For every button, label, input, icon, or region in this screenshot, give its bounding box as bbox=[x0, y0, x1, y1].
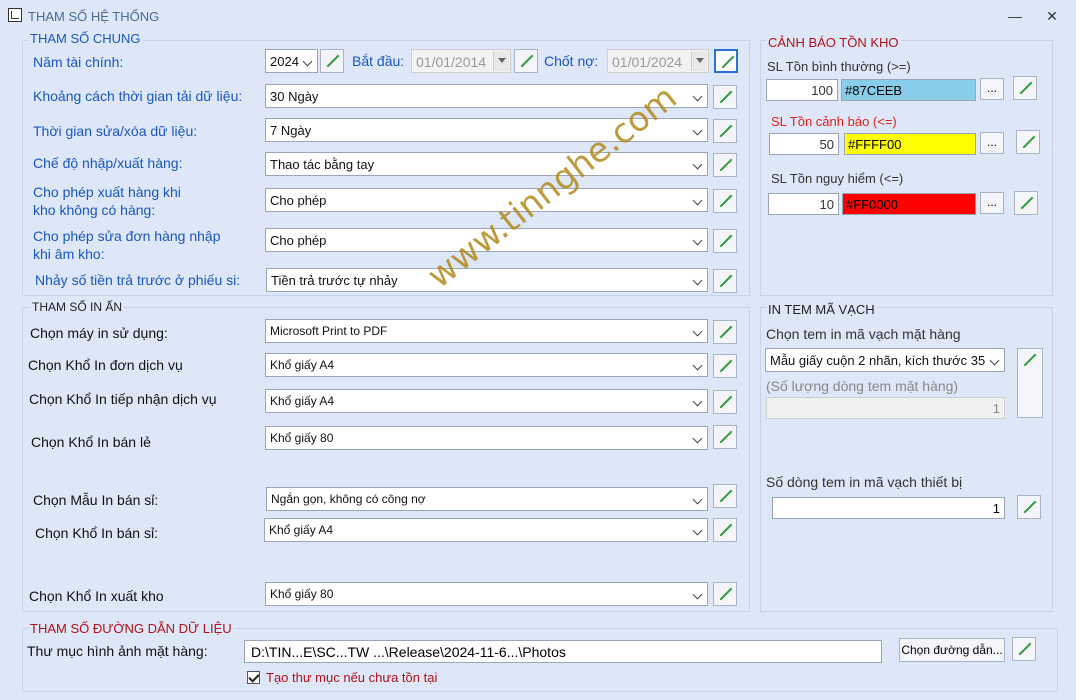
service-paper-save-button[interactable] bbox=[713, 354, 737, 378]
wholesale-template-label: Chọn Mẫu In bán sỉ: bbox=[33, 492, 159, 508]
device-barcode-label: Số dòng tem in mã vạch thiết bị bbox=[766, 474, 963, 490]
start-date-field: 01/01/2014 bbox=[411, 49, 511, 73]
warehouse-paper-save-button[interactable] bbox=[713, 582, 737, 606]
danger-stock-color[interactable]: #FF0000 bbox=[842, 193, 976, 215]
general-title: THAM SỐ CHUNG bbox=[28, 31, 143, 46]
barcode-title: IN TEM MÃ VẠCH bbox=[766, 302, 877, 317]
warn-stock-qty[interactable]: 50 bbox=[769, 133, 839, 155]
allow-edit-save-button[interactable] bbox=[713, 229, 737, 253]
normal-stock-color[interactable]: #87CEEB bbox=[841, 79, 976, 101]
device-barcode-field[interactable]: 1 bbox=[772, 497, 1005, 519]
danger-stock-qty[interactable]: 10 bbox=[768, 193, 839, 215]
warn-stock-label: SL Tồn cảnh báo (<=) bbox=[771, 114, 897, 129]
reception-paper-select[interactable]: Khổ giấy A4 bbox=[265, 389, 708, 413]
close-date-save-button[interactable] bbox=[714, 49, 738, 73]
retail-paper-label: Chọn Khổ In bán lẻ bbox=[31, 434, 151, 450]
retail-paper-save-button[interactable] bbox=[713, 425, 737, 449]
title-bar bbox=[0, 0, 1076, 32]
browse-folder-button[interactable]: Chọn đường dẫn... bbox=[899, 638, 1005, 662]
stock-title: CẢNH BÁO TỒN KHO bbox=[766, 35, 901, 50]
wholesale-paper-select[interactable]: Khổ giấy A4 bbox=[264, 518, 708, 542]
normal-stock-label: SL Tồn bình thường (>=) bbox=[767, 59, 911, 74]
load-interval-label: Khoảng cách thời gian tải dữ liệu: bbox=[33, 88, 243, 104]
image-folder-save-button[interactable] bbox=[1012, 637, 1036, 661]
barcode-count-label: (Số lượng dòng tem mặt hàng) bbox=[766, 378, 959, 394]
start-date-save-button[interactable] bbox=[514, 49, 538, 73]
image-folder-label: Thư mục hình ảnh mặt hàng: bbox=[27, 643, 208, 659]
reception-paper-label: Chọn Khổ In tiếp nhận dịch vụ bbox=[29, 391, 217, 407]
normal-color-picker-button[interactable]: ... bbox=[980, 78, 1004, 100]
allow-edit-label: Cho phép sửa đơn hàng nhập bbox=[33, 228, 221, 244]
service-paper-label: Chọn Khổ In đơn dịch vụ bbox=[28, 357, 183, 373]
normal-stock-save-button[interactable] bbox=[1013, 76, 1037, 100]
printer-label: Chọn máy in sử dụng: bbox=[30, 325, 168, 341]
retail-paper-select[interactable]: Khổ giấy 80 bbox=[265, 426, 708, 450]
service-paper-select[interactable]: Khổ giấy A4 bbox=[265, 353, 708, 377]
allow-export-label-2: kho không có hàng: bbox=[33, 202, 156, 218]
minimize-button[interactable]: — bbox=[1003, 6, 1027, 26]
close-date-label: Chốt nợ: bbox=[544, 53, 599, 69]
create-folder-checkbox[interactable] bbox=[247, 671, 260, 684]
print-title: THAM SỐ IN ẤN bbox=[30, 300, 125, 314]
io-mode-save-button[interactable] bbox=[713, 153, 737, 177]
fiscal-year-select[interactable]: 2024 bbox=[265, 49, 318, 73]
prepay-select[interactable]: Tiền trả trước tự nhảy bbox=[266, 268, 708, 292]
wholesale-paper-save-button[interactable] bbox=[713, 518, 737, 542]
path-title: THAM SỐ ĐƯỜNG DẪN DỮ LIỆU bbox=[28, 621, 234, 636]
danger-color-picker-button[interactable]: ... bbox=[980, 192, 1004, 214]
barcode-count-field: 1 bbox=[766, 397, 1005, 419]
fiscal-year-label: Năm tài chính: bbox=[33, 54, 124, 70]
barcode-save-button[interactable] bbox=[1017, 348, 1043, 418]
warehouse-paper-label: Chọn Khổ In xuất kho bbox=[29, 588, 164, 604]
load-interval-save-button[interactable] bbox=[713, 85, 737, 109]
wholesale-paper-label: Chọn Khổ In bán sỉ: bbox=[35, 525, 158, 541]
printer-save-button[interactable] bbox=[713, 320, 737, 344]
io-mode-label: Chế độ nhập/xuất hàng: bbox=[33, 155, 183, 171]
danger-stock-label: SL Tồn nguy hiểm (<=) bbox=[771, 171, 904, 186]
prepay-save-button[interactable] bbox=[713, 269, 737, 293]
printer-select[interactable]: Microsoft Print to PDF bbox=[265, 319, 708, 343]
window-title: THAM SỐ HỆ THỐNG bbox=[28, 9, 160, 24]
barcode-label: Chọn tem in mã vạch mặt hàng bbox=[766, 326, 961, 342]
create-folder-label: Tạo thư mục nếu chưa tồn tại bbox=[266, 670, 438, 685]
barcode-template-select[interactable]: Mẫu giấy cuộn 2 nhãn, kích thước 35x bbox=[765, 348, 1005, 372]
allow-export-select[interactable]: Cho phép bbox=[265, 188, 708, 212]
fiscal-year-save-button[interactable] bbox=[320, 49, 344, 73]
app-icon bbox=[8, 8, 22, 22]
image-folder-field[interactable]: D:\TIN...E\SC...TW ...\Release\2024-11-6… bbox=[244, 640, 882, 663]
warn-stock-save-button[interactable] bbox=[1016, 130, 1040, 154]
edit-time-save-button[interactable] bbox=[713, 119, 737, 143]
device-barcode-save-button[interactable] bbox=[1017, 495, 1041, 519]
warn-stock-color[interactable]: #FFFF00 bbox=[844, 133, 976, 155]
danger-stock-save-button[interactable] bbox=[1014, 191, 1038, 215]
reception-paper-save-button[interactable] bbox=[713, 390, 737, 414]
allow-edit-label-2: khi âm kho: bbox=[33, 246, 105, 262]
wholesale-template-select[interactable]: Ngắn gọn, không có công nợ bbox=[266, 487, 708, 511]
prepay-label: Nhảy số tiền trả trước ở phiếu si: bbox=[35, 272, 241, 288]
warehouse-paper-select[interactable]: Khổ giấy 80 bbox=[265, 582, 708, 606]
edit-time-label: Thời gian sửa/xóa dữ liệu: bbox=[33, 123, 198, 139]
allow-export-save-button[interactable] bbox=[713, 189, 737, 213]
close-button[interactable]: ✕ bbox=[1040, 6, 1064, 26]
close-date-field: 01/01/2024 bbox=[607, 49, 709, 73]
allow-export-label: Cho phép xuất hàng khi bbox=[33, 184, 181, 200]
io-mode-select[interactable]: Thao tác bằng tay bbox=[265, 152, 708, 176]
start-date-label: Bắt đầu: bbox=[352, 53, 405, 69]
normal-stock-qty[interactable]: 100 bbox=[766, 79, 838, 101]
wholesale-template-save-button[interactable] bbox=[713, 484, 737, 508]
warn-color-picker-button[interactable]: ... bbox=[980, 132, 1004, 154]
